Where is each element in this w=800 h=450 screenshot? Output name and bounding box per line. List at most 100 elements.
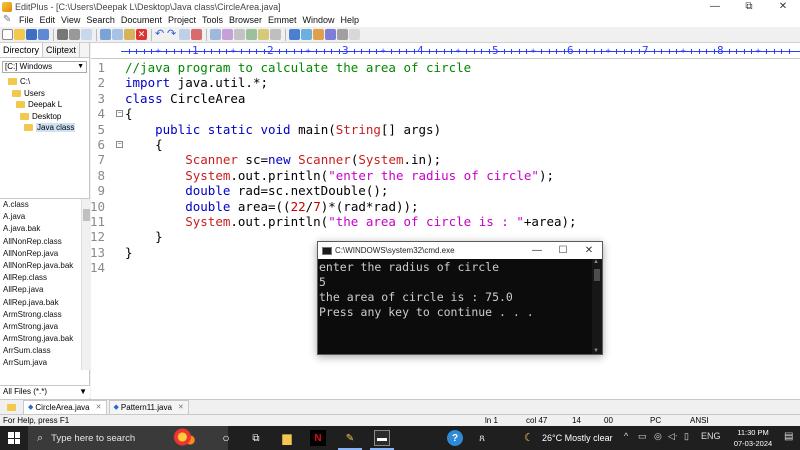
cmd-taskbar-icon[interactable]: ▬ bbox=[374, 430, 390, 446]
cmd-minimize-button[interactable]: — bbox=[524, 245, 550, 256]
file-list-item[interactable]: ArmStrong.java.bak bbox=[0, 333, 90, 345]
code-line[interactable]: System.out.println("the area of circle i… bbox=[125, 214, 576, 229]
doc-tab-circlearea[interactable]: ◆ CircleArea.java ✕ bbox=[23, 400, 107, 414]
run-icon[interactable] bbox=[301, 29, 312, 40]
delete-icon[interactable]: ✕ bbox=[136, 29, 147, 40]
file-list-item[interactable]: ArrSum.java bbox=[0, 357, 90, 369]
battery-icon[interactable]: ▯ bbox=[684, 431, 689, 442]
file-list-item[interactable]: AllRep.java.bak bbox=[0, 297, 90, 309]
file-list-item[interactable]: ArrSum.class bbox=[0, 345, 90, 357]
menu-project[interactable]: Project bbox=[165, 15, 199, 25]
wordwrap-icon[interactable] bbox=[246, 29, 257, 40]
file-explorer-icon[interactable]: ▆ bbox=[279, 430, 295, 446]
new-file-icon[interactable] bbox=[2, 29, 13, 40]
code-line[interactable]: double rad=sc.nextDouble(); bbox=[125, 183, 388, 198]
help-taskbar-icon[interactable]: ? bbox=[447, 430, 463, 446]
pen-icon[interactable]: ጸ bbox=[474, 430, 490, 446]
file-list-item[interactable]: ArmStrong.class bbox=[0, 309, 90, 321]
file-list-item[interactable]: ArmStrong.java bbox=[0, 321, 90, 333]
folder-tree-item[interactable]: C:\ bbox=[0, 76, 89, 88]
folder-tree-item[interactable]: Users bbox=[0, 88, 89, 100]
menu-tools[interactable]: Tools bbox=[199, 15, 226, 25]
location-icon[interactable]: ◎ bbox=[654, 431, 662, 442]
print-icon[interactable] bbox=[57, 29, 68, 40]
file-filter-select[interactable]: All Files (*.*) ▼ bbox=[0, 385, 90, 398]
help-icon[interactable] bbox=[349, 29, 360, 40]
menu-view[interactable]: View bbox=[58, 15, 83, 25]
format-icon[interactable] bbox=[234, 29, 245, 40]
code-line[interactable]: import java.util.*; bbox=[125, 75, 268, 90]
menu-document[interactable]: Document bbox=[118, 15, 165, 25]
menu-browser[interactable]: Browser bbox=[226, 15, 265, 25]
folder-tree-item[interactable]: Desktop bbox=[0, 111, 89, 123]
file-list-item[interactable]: AllNonRep.java.bak bbox=[0, 260, 90, 272]
folder-tree-item[interactable]: Deepak L bbox=[0, 99, 89, 111]
scroll-down-icon[interactable]: ▼ bbox=[593, 348, 599, 354]
task-view-icon[interactable]: ⧉ bbox=[248, 430, 264, 446]
redo-icon[interactable]: ↷ bbox=[167, 29, 178, 40]
chevron-up-icon[interactable]: ^ bbox=[624, 431, 628, 441]
cmd-scrollbar[interactable]: ▲ ▼ bbox=[592, 259, 602, 354]
cmd-maximize-button[interactable]: ☐ bbox=[550, 245, 576, 256]
tab-cliptext[interactable]: Cliptext bbox=[43, 43, 81, 57]
code-line[interactable]: System.out.println("enter the radius of … bbox=[125, 168, 554, 183]
menu-edit[interactable]: Edit bbox=[37, 15, 59, 25]
paste-icon[interactable] bbox=[124, 29, 135, 40]
notification-icon[interactable]: ▤ bbox=[784, 431, 793, 442]
scrollbar-thumb[interactable] bbox=[83, 209, 90, 221]
code-line[interactable]: //java program to calculate the area of … bbox=[125, 60, 471, 75]
system-clock[interactable]: 11:30 PM 07-03-2024 bbox=[728, 427, 778, 449]
file-list-item[interactable]: AllNonRep.java bbox=[0, 248, 90, 260]
code-line[interactable]: Scanner sc=new Scanner(System.in); bbox=[125, 152, 441, 167]
restore-button[interactable]: ⧉ bbox=[732, 0, 766, 13]
menu-window[interactable]: Window bbox=[300, 15, 338, 25]
code-line[interactable]: { bbox=[125, 106, 133, 121]
weather-widget[interactable]: ☾ 26°C Mostly clear bbox=[524, 426, 613, 450]
language-indicator[interactable]: ENG bbox=[701, 431, 721, 441]
network-icon[interactable]: ▭ bbox=[638, 431, 647, 442]
select-icon[interactable] bbox=[210, 29, 221, 40]
file-list-scrollbar[interactable] bbox=[81, 199, 90, 370]
file-list-item[interactable]: AllNonRep.class bbox=[0, 236, 90, 248]
file-list-item[interactable]: A.class bbox=[0, 199, 90, 211]
cmd-close-button[interactable]: ✕ bbox=[576, 245, 602, 256]
cmd-window[interactable]: C:\WINDOWS\system32\cmd.exe — ☐ ✕ ▲ ▼ en… bbox=[317, 241, 603, 355]
replace-icon[interactable] bbox=[179, 29, 190, 40]
cortana-icon[interactable]: ○ bbox=[218, 430, 234, 446]
close-button[interactable]: ✕ bbox=[766, 0, 800, 13]
font-icon[interactable] bbox=[222, 29, 233, 40]
cmd-scrollbar-thumb[interactable] bbox=[594, 269, 600, 281]
clipboard-icon[interactable] bbox=[325, 29, 336, 40]
menu-emmet[interactable]: Emmet bbox=[265, 15, 300, 25]
tab-directory[interactable]: Directory bbox=[0, 43, 44, 57]
drive-select[interactable]: [C:] Windows ▼ bbox=[2, 61, 87, 73]
goto-icon[interactable] bbox=[191, 29, 202, 40]
code-line[interactable]: double area=((22/7)*(rad*rad)); bbox=[125, 199, 418, 214]
code-line[interactable]: public static void main(String[] args) bbox=[125, 122, 441, 137]
code-line[interactable]: } bbox=[125, 245, 133, 260]
folder-tree-item[interactable]: Java class bbox=[0, 122, 89, 134]
windows-start-icon[interactable] bbox=[8, 432, 20, 444]
ruler-toggle-icon[interactable] bbox=[258, 29, 269, 40]
code-line[interactable]: { bbox=[125, 137, 163, 152]
save-all-icon[interactable] bbox=[38, 29, 49, 40]
taskbar-search[interactable]: ⌕ Type here to search bbox=[28, 426, 228, 450]
menu-file[interactable]: File bbox=[16, 15, 37, 25]
volume-icon[interactable]: ◁ᐧ bbox=[668, 431, 677, 442]
close-icon[interactable]: ✕ bbox=[178, 401, 184, 414]
editplus-taskbar-icon[interactable]: ✎ bbox=[342, 430, 358, 446]
undo-icon[interactable]: ↶ bbox=[155, 29, 166, 40]
file-list-item[interactable]: AllRep.java bbox=[0, 284, 90, 296]
menu-search[interactable]: Search bbox=[83, 15, 118, 25]
fold-toggle-icon[interactable]: − bbox=[116, 141, 123, 148]
minimize-button[interactable]: — bbox=[698, 0, 732, 13]
linenumber-icon[interactable] bbox=[270, 29, 281, 40]
code-line[interactable]: class CircleArea bbox=[125, 91, 245, 106]
fold-toggle-icon[interactable]: − bbox=[116, 110, 123, 118]
file-list-item[interactable]: AllRep.class bbox=[0, 272, 90, 284]
menu-help[interactable]: Help bbox=[338, 15, 363, 25]
file-list-item[interactable]: A.java bbox=[0, 211, 90, 223]
settings-icon[interactable] bbox=[337, 29, 348, 40]
file-list-item[interactable]: A.java.bak bbox=[0, 223, 90, 235]
close-icon[interactable]: ✕ bbox=[96, 401, 102, 414]
